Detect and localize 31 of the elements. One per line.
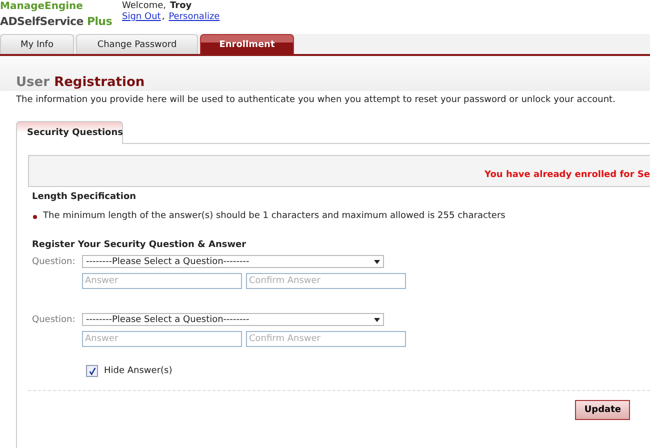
checkbox-label: Hide Answer(s)	[104, 366, 172, 376]
nav-tab[interactable]: Change Password	[76, 34, 198, 54]
rule-text: The minimum length of the answer(s) should be 1 characters and maximum allowed is 255 characters	[43, 211, 506, 222]
caret-icon	[374, 260, 380, 264]
header-link[interactable]: Personalize	[168, 12, 220, 23]
separator-text: ,	[162, 12, 165, 23]
user-name: Troy	[170, 1, 192, 12]
welcome-text: Welcome,	[122, 1, 166, 12]
caret-icon	[374, 318, 380, 322]
question-dropdown[interactable]: --------Please Select a Question--------	[82, 313, 384, 326]
bullet-icon	[33, 214, 37, 218]
nav-tab[interactable]: My Info	[0, 34, 74, 54]
confirm-answer-field[interactable]: Confirm Answer	[246, 331, 406, 347]
page-title: User Registration	[16, 75, 145, 91]
update-button[interactable]: Update	[575, 400, 630, 420]
confirm-answer-field[interactable]: Confirm Answer	[246, 273, 406, 289]
checkbox[interactable]	[86, 365, 98, 377]
section-heading: Register Your Security Question & Answer	[31, 239, 248, 251]
nav-tab[interactable]: Enrollment	[200, 34, 294, 54]
field-label: Question:	[32, 256, 76, 266]
answer-field[interactable]: Answer	[82, 273, 242, 289]
logo-brand: ManageEngine	[0, 1, 84, 12]
status-message: You have already enrolled for Se	[484, 169, 650, 180]
question-dropdown[interactable]: --------Please Select a Question--------	[82, 255, 384, 268]
product-logo: ADSelfService Plus	[0, 15, 112, 29]
header-link[interactable]: Sign Out	[122, 12, 161, 23]
field-label: Question:	[32, 314, 76, 324]
section-tab[interactable]: Security Questions	[16, 121, 123, 144]
answer-field[interactable]: Answer	[82, 331, 242, 347]
description-text: The information you provide here will be used to authenticate you when you attempt to reset your password or unlock your account.	[15, 94, 616, 106]
section-heading: Length Specification	[31, 191, 138, 203]
